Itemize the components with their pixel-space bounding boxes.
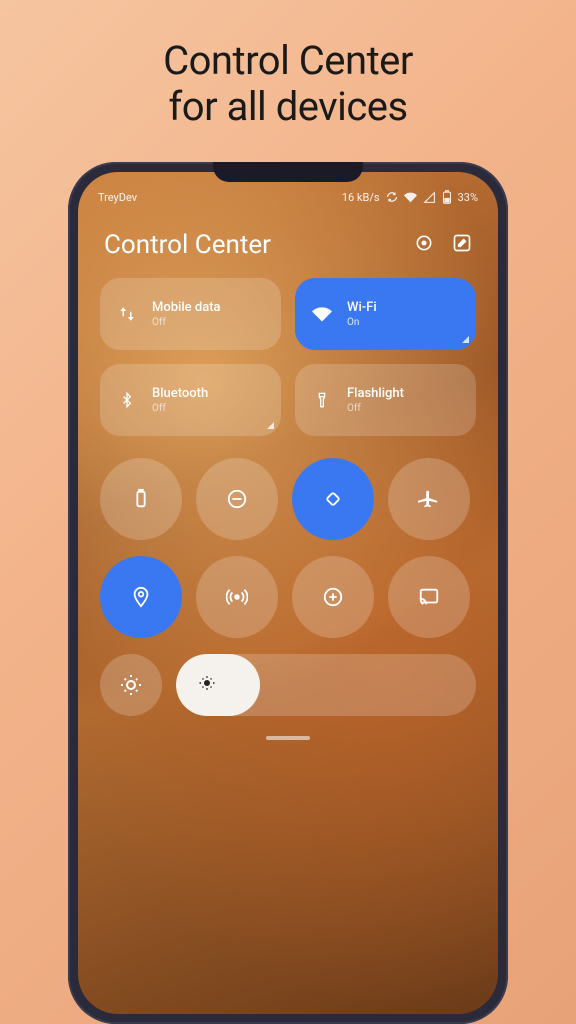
status-battery-pct: 33% xyxy=(458,191,478,204)
cast-icon xyxy=(418,586,440,608)
battery-icon xyxy=(442,190,452,204)
sync-icon xyxy=(386,191,398,203)
add-circle-icon xyxy=(322,586,344,608)
promo-line-2: for all devices xyxy=(163,84,413,130)
brightness-fill xyxy=(176,654,260,716)
tile-label: Flashlight xyxy=(347,386,404,401)
phone-notch xyxy=(213,162,363,182)
promo-headline: Control Center for all devices xyxy=(163,38,413,130)
panel-header: Control Center xyxy=(78,208,498,278)
panel-title: Control Center xyxy=(104,230,271,260)
battery-saver-icon xyxy=(130,488,152,510)
tile-status: Off xyxy=(152,317,221,328)
edit-icon[interactable] xyxy=(452,233,472,257)
brightness-auto-button[interactable] xyxy=(100,654,162,716)
toggle-airplane[interactable] xyxy=(388,458,470,540)
phone-screen: TreyDev 16 kB/s 33% Control Center xyxy=(78,172,498,1014)
expand-indicator-icon xyxy=(267,422,274,429)
hotspot-icon xyxy=(226,586,248,608)
promo-line-1: Control Center xyxy=(163,38,413,84)
location-icon xyxy=(130,586,152,608)
tile-wifi[interactable]: Wi-Fi On xyxy=(295,278,476,350)
tile-flashlight[interactable]: Flashlight Off xyxy=(295,364,476,436)
toggle-add[interactable] xyxy=(292,556,374,638)
toggle-location[interactable] xyxy=(100,556,182,638)
status-speed: 16 kB/s xyxy=(342,191,380,204)
sun-outline-icon xyxy=(119,673,143,697)
dnd-icon xyxy=(226,488,248,510)
status-carrier: TreyDev xyxy=(98,191,137,204)
tile-bluetooth[interactable]: Bluetooth Off xyxy=(100,364,281,436)
tile-label: Wi-Fi xyxy=(347,300,377,315)
signal-icon xyxy=(423,191,436,204)
brightness-slider[interactable] xyxy=(176,654,476,716)
phone-frame: TreyDev 16 kB/s 33% Control Center xyxy=(68,162,508,1024)
tile-status: On xyxy=(347,317,377,328)
bluetooth-icon xyxy=(116,391,138,409)
panel-drag-handle[interactable] xyxy=(266,736,310,740)
expand-indicator-icon xyxy=(462,336,469,343)
toggle-dnd[interactable] xyxy=(196,458,278,540)
wifi-icon xyxy=(311,304,333,324)
rotate-icon xyxy=(322,488,344,510)
toggle-battery-saver[interactable] xyxy=(100,458,182,540)
tile-status: Off xyxy=(347,403,404,414)
wifi-status-icon xyxy=(404,191,417,204)
flashlight-icon xyxy=(311,391,333,409)
tile-status: Off xyxy=(152,403,208,414)
status-right: 16 kB/s 33% xyxy=(342,190,478,204)
tile-label: Bluetooth xyxy=(152,386,208,401)
arrows-updown-icon xyxy=(116,305,138,323)
airplane-icon xyxy=(418,488,440,510)
tile-label: Mobile data xyxy=(152,300,221,315)
toggle-cast[interactable] xyxy=(388,556,470,638)
toggle-hotspot[interactable] xyxy=(196,556,278,638)
tile-mobile-data[interactable]: Mobile data Off xyxy=(100,278,281,350)
settings-icon[interactable] xyxy=(414,233,434,257)
toggle-rotate[interactable] xyxy=(292,458,374,540)
sun-fill-icon xyxy=(198,674,216,696)
